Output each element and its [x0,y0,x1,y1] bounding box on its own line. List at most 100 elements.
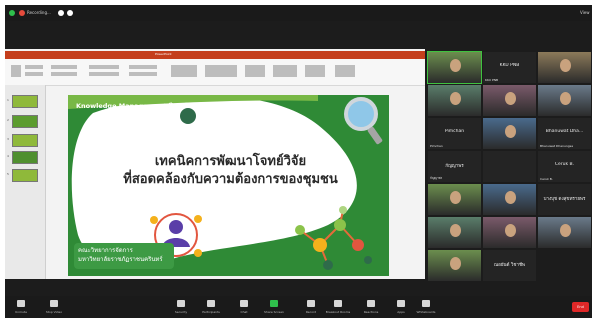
participant-video [483,184,536,215]
mic-icon [17,300,25,307]
thumbnail-number: 5 [7,172,9,176]
participant-face [450,224,461,237]
reactions-icon [367,300,375,307]
participant-tile[interactable] [482,150,537,183]
toolbar-stop-video-button[interactable]: Stop Video [43,300,65,316]
zoom-window: Recording... View PowerPoint 1 2 3 4 5 K… [5,5,592,318]
toolbar-label: Unmute [15,310,27,314]
people-icon [207,300,215,307]
slide-title-line1: เทคนิคการพัฒนาโจทย์วิจัย [154,154,307,169]
recording-label: Recording... [27,10,51,15]
toolbar-label: Whiteboards [416,310,436,314]
status-icon [9,10,15,16]
participant-name: Ceruk B. [554,162,575,167]
participant-label: KKU PNB [485,78,499,82]
participant-name: บางบุช ดงสุขทรายพร [543,197,586,202]
participant-tile[interactable] [427,51,482,84]
participant-tile[interactable]: Ceruk B. Ceruk B. [537,150,592,183]
faculty-label: คณะวิทยาการจัดการ มหาวิทยาลัยราชภัฏราชนค… [78,246,163,264]
participant-video [428,217,481,248]
view-button[interactable]: View [580,10,590,15]
slide-heading-en: Knowledge Management [76,102,167,110]
participant-tile[interactable] [537,51,592,84]
participant-tile[interactable] [537,84,592,117]
participant-label: Pimchan [430,144,443,148]
slide-thumbnails[interactable]: 1 2 3 4 5 [5,85,46,279]
chat-icon [240,300,248,307]
participant-video [428,250,481,281]
top-bar: Recording... View [5,5,592,21]
participant-tile[interactable] [537,216,592,249]
participant-tile[interactable]: Bhanuwat Dha... Bhanuwat Dhanungsa [537,117,592,150]
slide-thumbnail[interactable] [12,169,38,182]
participant-face [505,191,516,204]
slide-thumbnail[interactable] [12,151,38,164]
participant-tile[interactable]: KKU PNB KKU PNB [482,51,537,84]
apps-icon [397,300,405,307]
participant-video [428,85,481,116]
ppt-title: PowerPoint [155,52,172,56]
participant-face [505,92,516,105]
participant-face [450,92,461,105]
participant-tile[interactable] [482,84,537,117]
slide-canvas: Knowledge Management ปีการศึกษา 2564 เทค… [68,95,389,276]
participant-face [505,224,516,237]
participant-tile[interactable]: Pimchan Pimchan [427,117,482,150]
participant-tile[interactable] [427,84,482,117]
participant-tile[interactable]: ณอยันต์ วิชาชีพ [482,249,537,282]
slide-thumbnail[interactable] [12,115,38,128]
pause-icon[interactable] [58,10,64,16]
toolbar-security-button[interactable]: Security [170,300,192,316]
toolbar-label: Breakout Rooms [325,310,351,314]
participant-tile[interactable] [427,216,482,249]
toolbar-share-screen-button[interactable]: Share Screen [263,300,285,316]
slide-title: เทคนิคการพัฒนาโจทย์วิจัย ที่สอดคล้องกับค… [98,153,363,189]
record-icon [307,300,315,307]
faculty-line2: มหาวิทยาลัยราชภัฏราชนครินทร์ [78,256,163,263]
toolbar-label: Security [174,310,188,314]
participant-tile[interactable]: บางบุช ดงสุขทรายพร [537,183,592,216]
participant-face [560,224,571,237]
camera-icon [50,300,58,307]
participant-video [483,118,536,149]
toolbar-label: Stop Video [45,310,63,314]
participant-video [428,184,481,215]
participant-face [560,92,571,105]
participant-tile[interactable]: กัญญาพร กัญญาพร [427,150,482,183]
toolbar-chat-button[interactable]: Chat [233,300,255,316]
toolbar-breakout-rooms-button[interactable]: Breakout Rooms [326,300,350,316]
stop-icon[interactable] [67,10,73,16]
slide-heading-th: ปีการศึกษา 2564 [168,102,219,110]
participant-tile[interactable] [482,117,537,150]
participant-tile[interactable] [427,249,482,282]
participant-tile[interactable] [482,183,537,216]
toolbar-label: Share Screen [264,310,284,314]
shield-icon [177,300,185,307]
share-screen-icon [270,300,278,307]
participant-tile[interactable] [482,216,537,249]
toolbar-label: Chat [240,310,248,314]
breakout-icon [334,300,342,307]
participant-gallery: KKU PNB KKU PNB Pimchan Pimchan Bhanuwat Dha… [425,49,592,282]
participant-name: กัญญาพร [445,164,464,169]
participant-name: KKU PNB [499,63,520,68]
meeting-toolbar: Unmute Stop Video Security Participants Chat… [5,296,592,318]
whiteboard-icon [422,300,430,307]
participant-face [560,59,571,72]
participant-face [450,257,461,270]
toolbar-whiteboards-button[interactable]: Whiteboards [415,300,437,316]
toolbar-record-button[interactable]: Record [300,300,322,316]
thumbnail-number: 1 [7,98,9,102]
participant-label: Ceruk B. [540,177,553,181]
participant-video [428,52,481,83]
toolbar-unmute-button[interactable]: Unmute [10,300,32,316]
participant-tile[interactable] [427,183,482,216]
participant-video [483,85,536,116]
slide-thumbnail[interactable] [12,134,38,147]
slide-title-line2: ที่สอดคล้องกับความต้องการของชุมชน [123,172,338,187]
end-meeting-button[interactable]: End [572,302,589,312]
toolbar-participants-button[interactable]: Participants [200,300,222,316]
slide-thumbnail[interactable] [12,95,38,108]
participant-name: ณอยันต์ วิชาชีพ [493,263,526,268]
toolbar-reactions-button[interactable]: Reactions [360,300,382,316]
